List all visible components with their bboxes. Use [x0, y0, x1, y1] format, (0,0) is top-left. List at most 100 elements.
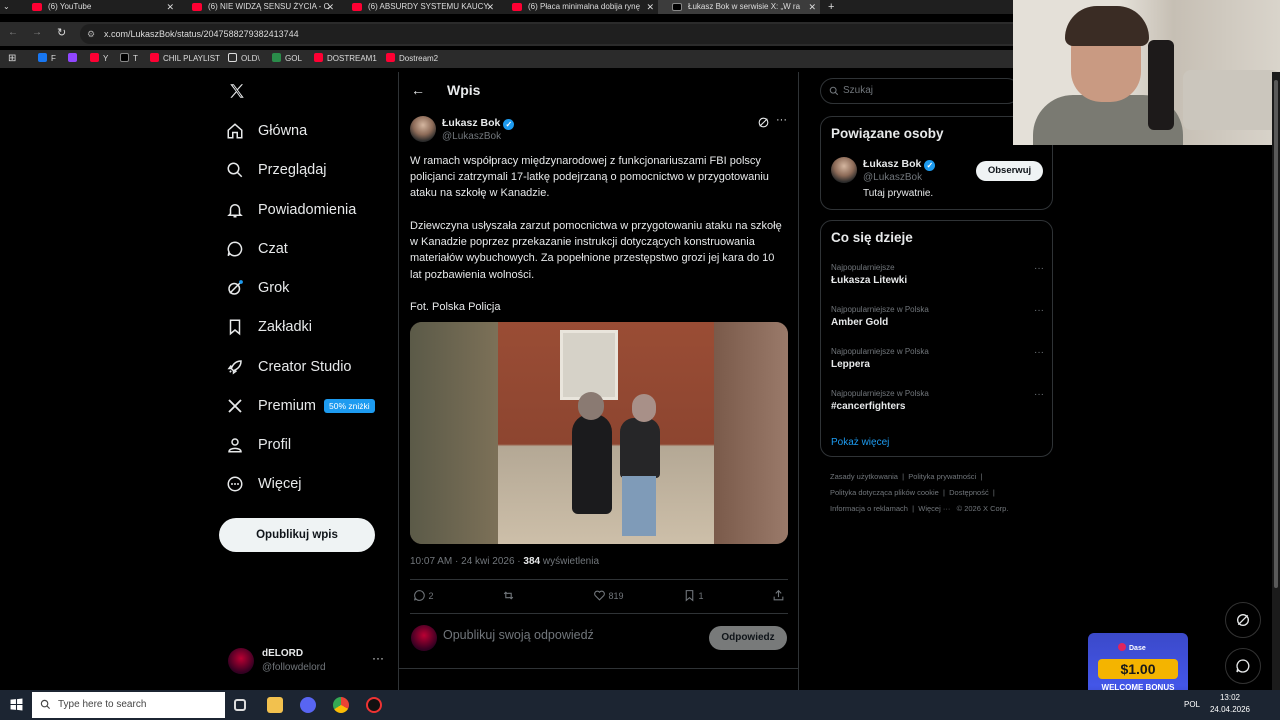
bell-icon	[227, 204, 243, 218]
bookmark-item[interactable]: DOSTREAM1	[314, 53, 377, 65]
back-icon[interactable]: ←	[8, 27, 18, 38]
more-horizontal-icon[interactable]: ···	[1034, 389, 1044, 400]
divider	[410, 579, 788, 580]
reply-button[interactable]: 2	[413, 589, 434, 603]
bookmark-folder[interactable]: OLD\	[228, 53, 260, 65]
bookmark-item[interactable]: F	[38, 53, 56, 65]
scrollbar-thumb[interactable]	[1274, 80, 1278, 588]
footer-link[interactable]: Więcej ···	[918, 504, 950, 513]
forward-icon[interactable]: →	[32, 27, 42, 38]
bookmark-item[interactable]: CHIL PLAYLIST	[150, 53, 220, 65]
bookmark-item[interactable]: T	[120, 53, 138, 65]
follow-button[interactable]: Obserwuj	[976, 161, 1043, 181]
tab-x-post[interactable]: Łukasz Bok w serwisie X: „W ra ✕	[658, 0, 820, 14]
like-button[interactable]: 819	[593, 589, 624, 603]
account-handle: @followdelord	[262, 662, 326, 673]
reply-submit-button[interactable]: Odpowiedz	[709, 626, 787, 650]
footer-link[interactable]: Polityka dotycząca plików cookie	[830, 488, 939, 497]
tab-video-3[interactable]: (6) Płaca minimalna dobija rynę ✕	[498, 0, 658, 14]
microphone	[1148, 40, 1174, 130]
new-tab-button[interactable]: +	[822, 0, 842, 14]
tab-menu-button[interactable]: ⌄	[0, 0, 14, 14]
more-horizontal-icon[interactable]: ···	[1034, 305, 1044, 316]
more-horizontal-icon[interactable]: ···	[1034, 347, 1044, 358]
system-clock[interactable]: 13:02 24.04.2026	[1200, 692, 1260, 716]
views-count: 384	[523, 556, 541, 567]
repost-button[interactable]	[502, 589, 515, 603]
footer-link[interactable]: Dostępność	[949, 488, 989, 497]
bookmark-item[interactable]: Dostream2	[386, 53, 438, 65]
x-logo-icon[interactable]	[228, 82, 246, 100]
tab-video-2[interactable]: (6) ABSURDY SYSTEMU KAUCY ✕	[338, 0, 498, 14]
post-header: ← Wpis	[399, 72, 799, 110]
publish-post-button[interactable]: Opublikuj wpis	[219, 518, 375, 552]
close-icon[interactable]: ✕	[808, 0, 816, 14]
close-icon[interactable]: ✕	[646, 0, 654, 14]
related-person-handle[interactable]: @LukaszBok	[863, 172, 922, 183]
x-logo-icon	[120, 53, 129, 62]
brand-logo-icon	[1118, 643, 1126, 651]
back-arrow-icon[interactable]: ←	[411, 82, 425, 98]
url-text: x.com/LukaszBok/status/20475882793824137…	[104, 29, 299, 39]
footer-link[interactable]: Informacja o reklamach	[830, 504, 908, 513]
account-switcher[interactable]: dELORD @followdelord ···	[228, 646, 388, 678]
related-person-name[interactable]: Łukasz Bok ✓	[863, 158, 936, 171]
promo-brand: Dase	[1118, 643, 1146, 652]
close-icon[interactable]: ✕	[326, 0, 334, 14]
share-button[interactable]	[772, 589, 785, 603]
reload-icon[interactable]: ↻	[57, 26, 66, 39]
windows-start-icon[interactable]	[10, 698, 23, 711]
bookmark-item[interactable]: Y	[90, 53, 108, 65]
post-image[interactable]	[410, 322, 788, 544]
apps-icon[interactable]: ⊞	[8, 53, 16, 65]
chrome-icon[interactable]	[333, 697, 349, 713]
bookmark-button[interactable]: 1	[683, 589, 704, 603]
tab-video-1[interactable]: (6) NIE WIDZĄ SENSU ŻYCIA - C ✕	[178, 0, 338, 14]
avatar[interactable]	[831, 157, 857, 183]
reply-icon	[414, 590, 425, 601]
trend-item[interactable]: Najpopularniejsze w Polska Amber Gold ···	[831, 305, 1046, 328]
show-more-link[interactable]: Pokaż więcej	[831, 437, 889, 448]
youtube-icon	[32, 3, 42, 11]
footer-link[interactable]: Zasady użytkowania	[830, 472, 898, 481]
search-input[interactable]: Szukaj	[820, 78, 1020, 104]
footer-link[interactable]: Polityka prywatności	[908, 472, 976, 481]
couch	[1183, 70, 1280, 130]
building-window	[560, 330, 618, 400]
discord-icon[interactable]	[300, 697, 316, 713]
file-explorer-icon[interactable]	[267, 697, 283, 713]
reply-input[interactable]: Opublikuj swoją odpowiedź	[443, 628, 594, 642]
author-avatar[interactable]	[410, 116, 436, 142]
search-icon	[40, 699, 51, 710]
trend-item[interactable]: Najpopularniejsze w Polska Leppera ···	[831, 347, 1046, 370]
post-timestamp: 10:07 AM · 24 kwi 2026 · 384 wyświetleni…	[410, 556, 600, 567]
rocket-icon	[227, 360, 242, 375]
language-indicator[interactable]: POL	[1184, 700, 1200, 709]
user-icon	[228, 438, 242, 453]
tab-youtube[interactable]: (6) YouTube ✕	[18, 0, 178, 14]
trend-item[interactable]: Najpopularniejsze Łukasza Litewki ···	[831, 263, 1046, 286]
twitch-icon	[68, 53, 77, 62]
trend-item[interactable]: Najpopularniejsze w Polska #cancerfighter…	[831, 389, 1046, 412]
obs-icon[interactable]	[366, 697, 382, 713]
author-handle[interactable]: @LukaszBok	[442, 131, 501, 142]
repost-icon	[503, 591, 514, 600]
bookmark-item[interactable]	[68, 53, 81, 65]
bookmark-icon	[229, 319, 241, 336]
bookmark-item[interactable]: GOL	[272, 53, 302, 65]
grok-icon[interactable]	[757, 116, 770, 129]
grok-float-button[interactable]	[1225, 602, 1261, 638]
close-icon[interactable]: ✕	[166, 0, 174, 14]
tab-title: (6) ABSURDY SYSTEMU KAUCY	[368, 2, 489, 11]
taskbar-search-input[interactable]: Type here to search	[32, 692, 225, 718]
messages-float-button[interactable]	[1225, 648, 1261, 684]
more-horizontal-icon[interactable]: ···	[776, 114, 787, 126]
close-icon[interactable]: ✕	[486, 0, 494, 14]
author-name[interactable]: Łukasz Bok ✓	[442, 117, 515, 130]
more-horizontal-icon[interactable]: ···	[372, 651, 384, 665]
task-view-icon[interactable]	[234, 699, 246, 711]
site-info-icon[interactable]: ⚙	[87, 24, 95, 44]
more-horizontal-icon[interactable]: ···	[1034, 263, 1044, 274]
post-text-paragraph: Dziewczyna usłyszała zarzut pomocnictwa …	[410, 220, 782, 281]
youtube-icon	[192, 3, 202, 11]
